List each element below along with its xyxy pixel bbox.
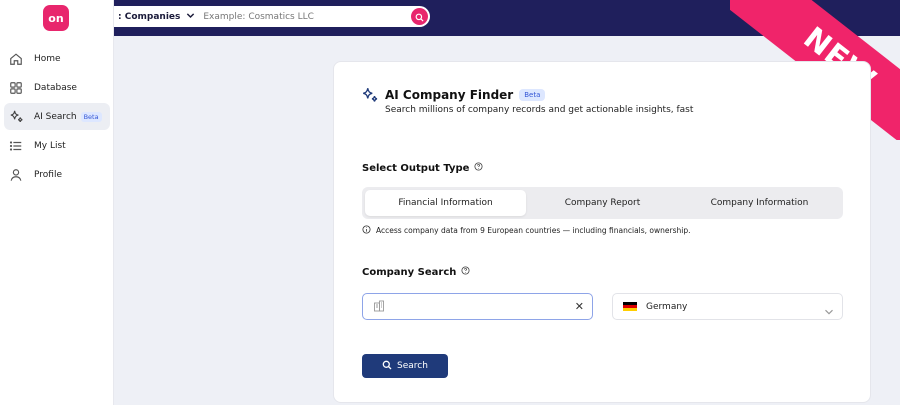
sidebar-item-label: Home xyxy=(34,53,61,64)
germany-flag-icon xyxy=(623,301,637,312)
country-select[interactable]: Germany xyxy=(612,293,843,320)
sidebar-nav: Home Database AI Search Beta My List Pro… xyxy=(0,43,114,190)
beta-badge: Beta xyxy=(80,111,102,122)
country-select-value: Germany xyxy=(646,301,688,312)
help-icon[interactable] xyxy=(474,162,483,174)
output-type-note-text: Access company data from 9 European coun… xyxy=(376,226,691,235)
output-type-note: Access company data from 9 European coun… xyxy=(362,225,691,236)
output-type-heading-text: Select Output Type xyxy=(362,162,470,174)
sidebar-item-label: AI Search xyxy=(34,111,77,122)
sidebar-item-label: Profile xyxy=(34,169,62,180)
tab-company-report[interactable]: Company Report xyxy=(526,190,679,216)
sidebar-item-ai-search[interactable]: AI Search Beta xyxy=(4,103,110,130)
info-icon xyxy=(362,225,371,236)
clear-icon[interactable]: ✕ xyxy=(575,300,584,313)
sidebar-item-home[interactable]: Home xyxy=(4,45,110,72)
sidebar-item-my-list[interactable]: My List xyxy=(4,132,110,159)
search-scope-select[interactable]: : Companies xyxy=(114,11,195,23)
chevron-down-icon xyxy=(186,11,195,23)
search-scope-label: : Companies xyxy=(118,11,181,22)
company-search-input[interactable] xyxy=(395,301,555,312)
sidebar-item-label: Database xyxy=(34,82,77,93)
page-title: AI Company Finder Beta xyxy=(385,88,546,102)
global-search-input[interactable] xyxy=(203,11,414,22)
output-type-selector: Financial Information Company Report Com… xyxy=(362,187,843,219)
list-icon xyxy=(8,138,24,154)
sparkle-icon xyxy=(361,86,379,108)
sidebar-item-database[interactable]: Database xyxy=(4,74,110,101)
company-search-heading-text: Company Search xyxy=(362,266,457,278)
page-title-text: AI Company Finder xyxy=(385,88,514,102)
search-icon xyxy=(382,360,392,373)
beta-badge: Beta xyxy=(519,89,546,101)
page-subtitle: Search millions of company records and g… xyxy=(385,105,694,115)
chevron-down-icon xyxy=(824,302,834,321)
output-type-heading: Select Output Type xyxy=(362,162,483,174)
building-icon xyxy=(373,297,385,316)
sidebar: on Home Database AI Search Beta My List xyxy=(0,0,114,405)
help-icon[interactable] xyxy=(461,266,470,278)
app-logo[interactable]: on xyxy=(43,5,69,31)
global-search: : Companies xyxy=(114,6,430,27)
tab-financial-information[interactable]: Financial Information xyxy=(365,190,527,216)
sidebar-item-profile[interactable]: Profile xyxy=(4,161,110,188)
ai-company-finder-card: AI Company Finder Beta Search millions o… xyxy=(333,61,871,403)
sidebar-item-label: My List xyxy=(34,140,66,151)
grid-icon xyxy=(8,80,24,96)
home-icon xyxy=(8,51,24,67)
global-search-button[interactable] xyxy=(411,8,428,25)
search-button[interactable]: Search xyxy=(362,354,448,378)
search-button-label: Search xyxy=(397,361,428,371)
sparkle-icon xyxy=(8,109,24,125)
company-search-field[interactable]: ✕ xyxy=(362,293,593,320)
tab-company-information[interactable]: Company Information xyxy=(679,190,840,216)
search-icon xyxy=(415,7,424,26)
company-search-heading: Company Search xyxy=(362,266,470,278)
user-icon xyxy=(8,167,24,183)
